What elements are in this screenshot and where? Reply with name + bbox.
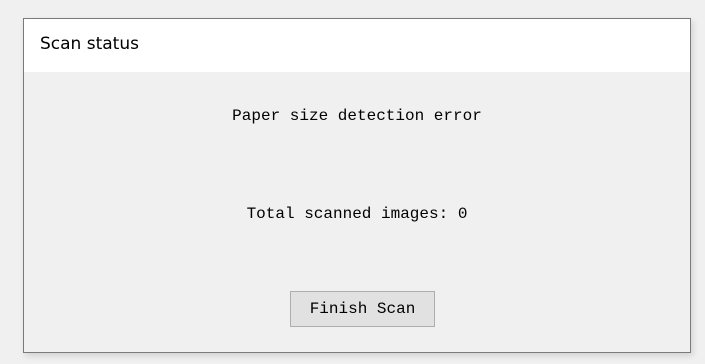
scan-status-dialog: Scan status Paper size detection error T…: [23, 18, 691, 353]
dialog-titlebar[interactable]: Scan status: [24, 19, 690, 72]
finish-scan-button[interactable]: Finish Scan: [290, 291, 435, 327]
error-message: Paper size detection error: [232, 107, 482, 125]
dialog-title: Scan status: [40, 34, 139, 54]
total-scanned-images-label: Total scanned images: 0: [246, 205, 468, 223]
